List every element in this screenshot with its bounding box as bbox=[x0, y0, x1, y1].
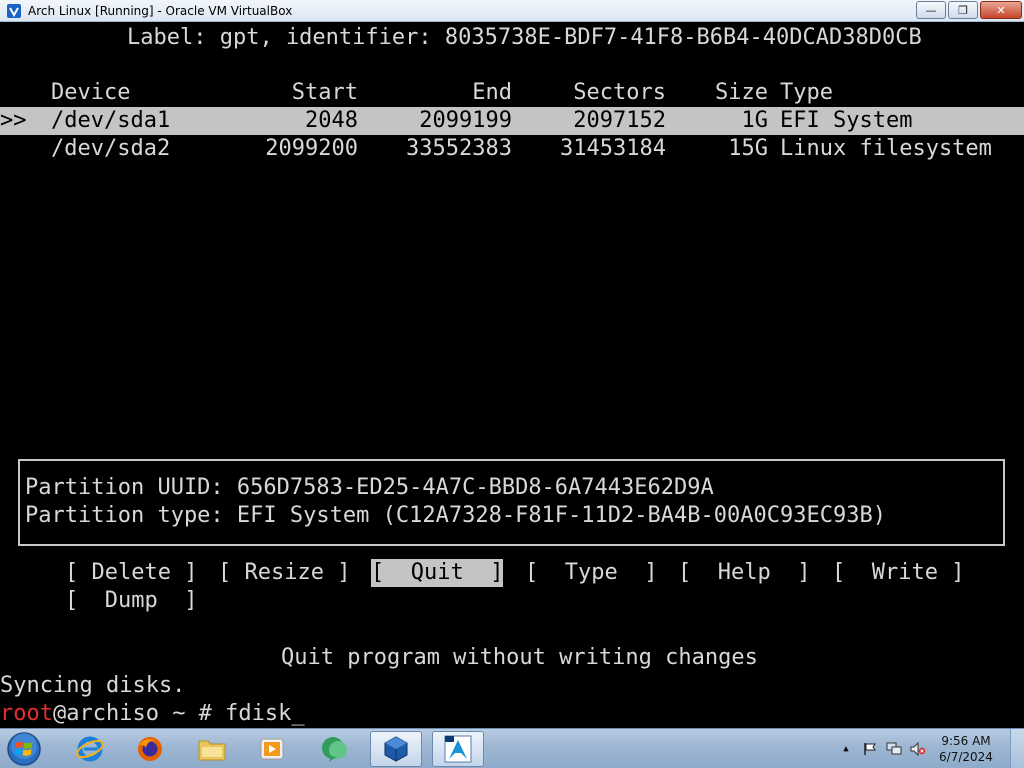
firefox-icon bbox=[138, 737, 162, 761]
chat-bubble-icon bbox=[322, 737, 347, 762]
start-button[interactable] bbox=[4, 730, 44, 768]
partition-size: 1G bbox=[741, 108, 769, 133]
partition-start: 2048 bbox=[305, 108, 358, 133]
firefox-taskbar-button[interactable] bbox=[124, 731, 176, 767]
arch-linux-vm-taskbar-button[interactable] bbox=[432, 731, 484, 767]
maximize-button[interactable]: ❐ bbox=[948, 1, 978, 19]
vm-terminal-screen[interactable]: Label: gpt, identifier: 8035738E-BDF7-41… bbox=[0, 22, 1024, 728]
partition-start: 2099200 bbox=[265, 136, 358, 161]
partition-size: 15G bbox=[728, 136, 768, 161]
internet-explorer-icon bbox=[76, 736, 104, 762]
sync-message: Syncing disks. bbox=[0, 673, 186, 698]
column-header-type: Type bbox=[780, 80, 833, 105]
column-header-start: Start bbox=[291, 80, 358, 105]
disk-label-line: Label: gpt, identifier: 8035738E-BDF7-41… bbox=[127, 25, 922, 50]
close-button[interactable]: ✕ bbox=[980, 1, 1022, 19]
chat-app-taskbar-button[interactable] bbox=[309, 731, 361, 767]
minimize-button[interactable]: — bbox=[916, 1, 946, 19]
partition-type: EFI System bbox=[780, 108, 913, 133]
windows-taskbar: ▲ 9:56 AM 6/7/2024 bbox=[0, 728, 1024, 768]
system-tray: ▲ 9:56 AM 6/7/2024 bbox=[834, 729, 1024, 768]
internet-explorer-taskbar-button[interactable] bbox=[64, 731, 116, 767]
window-controls: — ❐ ✕ bbox=[916, 1, 1022, 19]
folder-icon bbox=[198, 740, 226, 761]
column-header-sectors: Sectors bbox=[573, 80, 666, 105]
menu-hint-text: Quit program without writing changes bbox=[281, 645, 758, 670]
clock-time: 9:56 AM bbox=[941, 734, 991, 748]
menu-resize-button[interactable]: [ Resize ] bbox=[218, 559, 350, 587]
show-desktop-button[interactable] bbox=[1010, 729, 1024, 768]
menu-help-button[interactable]: [ Help ] bbox=[678, 559, 810, 587]
taskbar-clock[interactable]: 9:56 AM 6/7/2024 bbox=[930, 733, 1002, 765]
menu-type-button[interactable]: [ Type ] bbox=[525, 559, 657, 587]
partition-sectors: 2097152 bbox=[573, 108, 666, 133]
action-center-flag-icon[interactable] bbox=[861, 740, 879, 758]
partition-device: /dev/sda1 bbox=[51, 108, 171, 133]
partition-sectors: 31453184 bbox=[560, 136, 666, 161]
menu-write-button[interactable]: [ Write ] bbox=[832, 559, 964, 587]
menu-delete-button[interactable]: [ Delete ] bbox=[65, 559, 197, 587]
window-title: Arch Linux [Running] - Oracle VM Virtual… bbox=[28, 3, 293, 18]
show-hidden-icons-arrow[interactable]: ▲ bbox=[837, 740, 855, 758]
row-selector-marker: >> bbox=[0, 108, 27, 133]
windows-logo-icon bbox=[7, 732, 41, 766]
partition-end: 33552383 bbox=[406, 136, 512, 161]
partition-type: Linux filesystem bbox=[780, 136, 992, 161]
virtualbox-icon bbox=[384, 736, 408, 762]
media-player-taskbar-button[interactable] bbox=[246, 731, 298, 767]
media-player-icon bbox=[260, 738, 284, 760]
partition-uuid-line: Partition UUID: 656D7583-ED25-4A7C-BBD8-… bbox=[25, 475, 714, 500]
arch-linux-vm-icon bbox=[444, 735, 472, 763]
volume-muted-icon[interactable] bbox=[909, 740, 927, 758]
partition-type-line: Partition type: EFI System (C12A7328-F81… bbox=[25, 503, 886, 528]
virtualbox-app-icon bbox=[6, 3, 22, 19]
column-header-end: End bbox=[472, 80, 512, 105]
menu-dump-button[interactable]: [ Dump ] bbox=[65, 587, 197, 615]
network-icon[interactable] bbox=[885, 740, 903, 758]
virtualbox-taskbar-button[interactable] bbox=[370, 731, 422, 767]
column-header-device: Device bbox=[51, 80, 131, 105]
file-explorer-taskbar-button[interactable] bbox=[186, 731, 238, 767]
shell-prompt[interactable]: root@archiso ~ # fdisk_ bbox=[0, 700, 305, 728]
prompt-command: @archiso ~ # fdisk_ bbox=[52, 701, 305, 726]
partition-device[interactable]: /dev/sda2 bbox=[51, 135, 170, 163]
window-title-bar[interactable]: Arch Linux [Running] - Oracle VM Virtual… bbox=[0, 0, 1024, 22]
menu-quit-button[interactable]: [ Quit ] bbox=[371, 559, 504, 587]
clock-date: 6/7/2024 bbox=[939, 750, 993, 764]
prompt-user: root bbox=[0, 701, 53, 726]
column-header-size: Size bbox=[715, 80, 768, 105]
partition-end: 2099199 bbox=[419, 108, 512, 133]
